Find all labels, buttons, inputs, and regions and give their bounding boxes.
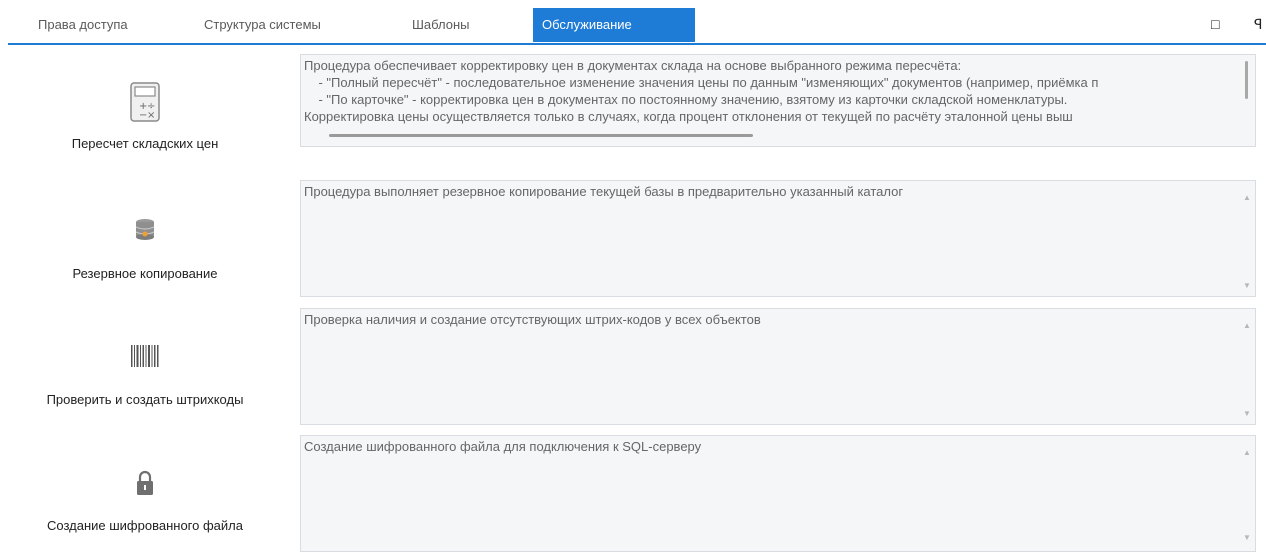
description-check-barcodes[interactable]: Проверка наличия и создание отсутствующи… — [300, 308, 1256, 425]
action-check-barcodes[interactable]: Проверить и создать штрихкоды — [0, 338, 290, 428]
scroll-up-icon[interactable]: ▲ — [1243, 321, 1251, 330]
tab-underline — [8, 43, 1266, 45]
scroll-up-icon[interactable]: ▲ — [1243, 448, 1251, 457]
action-label: Резервное копирование — [72, 266, 218, 281]
description-text: Процедура обеспечивает корректировку цен… — [304, 58, 1099, 124]
vertical-scrollbar[interactable]: ▲ ▼ — [1239, 436, 1255, 551]
scroll-down-icon[interactable]: ▼ — [1243, 409, 1251, 418]
database-icon — [0, 218, 290, 242]
action-backup[interactable]: Резервное копирование — [0, 210, 290, 300]
action-create-encrypted-file[interactable]: Создание шифрованного файла — [0, 468, 290, 544]
description-text: Процедура выполняет резервное копировани… — [304, 184, 904, 199]
scroll-down-icon[interactable]: ▼ — [1243, 281, 1251, 290]
tab-access-rights[interactable]: Права доступа — [38, 8, 158, 42]
tab-system-structure[interactable]: Структура системы — [204, 8, 344, 42]
calculator-icon: + ÷ − × — [0, 82, 290, 122]
tab-templates[interactable]: Шаблоны — [412, 8, 502, 42]
scroll-up-icon[interactable]: ▲ — [1243, 193, 1251, 202]
description-encrypted-file[interactable]: Создание шифрованного файла для подключе… — [300, 435, 1256, 552]
horizontal-scrollbar[interactable] — [329, 134, 753, 137]
action-label: Создание шифрованного файла — [47, 518, 243, 533]
scroll-down-icon[interactable]: ▼ — [1243, 533, 1251, 542]
tab-bar: Права доступа Структура системы Шаблоны … — [0, 0, 1266, 45]
tab-maintenance[interactable]: Обслуживание — [533, 8, 695, 42]
svg-text:×: × — [147, 110, 155, 121]
scrollbar-thumb[interactable] — [1245, 61, 1248, 99]
pin-icon[interactable]: ꟼ — [1254, 16, 1262, 33]
action-label: Пересчет складских цен — [71, 136, 219, 151]
barcode-icon — [0, 343, 290, 369]
description-backup[interactable]: Процедура выполняет резервное копировани… — [300, 180, 1256, 297]
vertical-scrollbar[interactable]: ▲ ▼ — [1239, 309, 1255, 424]
action-recalculate-prices[interactable]: + ÷ − × Пересчет складских цен — [0, 60, 290, 170]
description-text: Создание шифрованного файла для подключе… — [304, 439, 702, 454]
restore-window-icon[interactable]: □ — [1211, 16, 1219, 32]
vertical-scrollbar[interactable] — [1239, 55, 1255, 146]
action-label: Проверить и создать штрихкоды — [46, 392, 244, 407]
description-text: Проверка наличия и создание отсутствующи… — [304, 312, 761, 327]
vertical-scrollbar[interactable]: ▲ ▼ — [1239, 181, 1255, 296]
lock-icon — [0, 470, 290, 496]
description-recalculate-prices[interactable]: Процедура обеспечивает корректировку цен… — [300, 54, 1256, 147]
